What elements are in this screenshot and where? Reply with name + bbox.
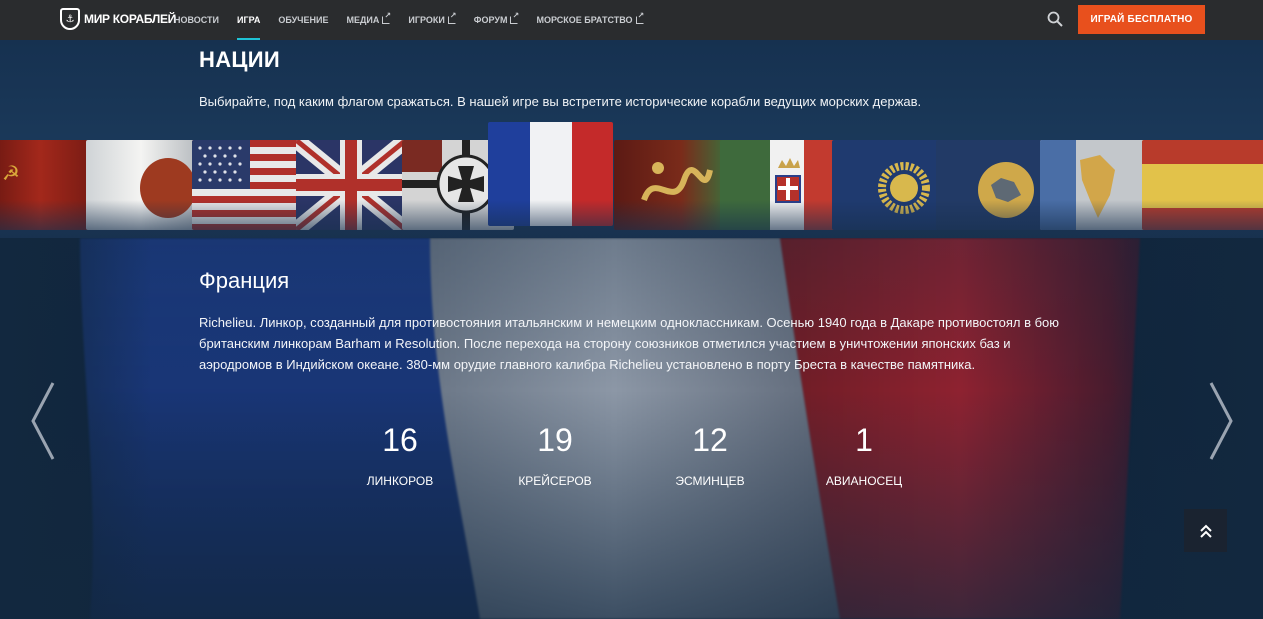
flag-france-selected[interactable] — [488, 122, 613, 226]
flag-usa[interactable] — [192, 140, 300, 230]
nav-item-label: Обучение — [278, 15, 329, 25]
flag-italy[interactable] — [720, 140, 838, 230]
top-navigation-bar: ⚓ МИР КОРАБЛЕЙ Новости Игра Обучение Мед… — [0, 0, 1263, 40]
chevron-right-icon — [1209, 382, 1233, 460]
scroll-to-top-button[interactable] — [1184, 509, 1227, 552]
stat-label: Крейсеров — [518, 474, 592, 488]
page-title: НАЦИИ — [199, 47, 280, 72]
stat-aircraft-carriers: 1 Авианосец — [804, 418, 924, 488]
nav-item-label: Новости — [174, 15, 220, 25]
svg-text:☭: ☭ — [2, 161, 20, 185]
section-description: Выбирайте, под каким флагом сражаться. В… — [199, 94, 922, 109]
flag-ussr[interactable]: ☭ — [0, 140, 90, 230]
nav-item-game[interactable]: Игра — [237, 0, 261, 40]
nav-item-label: Игра — [237, 15, 261, 25]
nation-description: Richelieu. Линкор, созданный для противо… — [199, 315, 1060, 372]
stat-label: Линкоров — [366, 474, 434, 488]
external-link-icon — [510, 11, 519, 24]
nav-item-label: Форум — [473, 15, 508, 25]
stat-value: 1 — [855, 422, 873, 458]
chevron-left-icon — [31, 382, 55, 460]
nav-item-forum[interactable]: Форум — [474, 0, 519, 40]
site-logo[interactable]: ⚓ МИР КОРАБЛЕЙ — [60, 8, 176, 30]
stat-value: 12 — [692, 422, 728, 458]
main-nav: Новости Игра Обучение Медиа Игроки Форум… — [174, 0, 662, 40]
ship-class-stats: 16 Линкоров 19 Крейсеров 12 Эсминцев 1 А… — [0, 418, 1263, 498]
nav-item-label: Медиа — [346, 15, 380, 25]
nav-item-label: Морское братство — [536, 15, 633, 25]
flag-spain[interactable] — [1142, 140, 1263, 230]
stat-cruisers: 19 Крейсеров — [495, 418, 615, 488]
stat-destroyers: 12 Эсминцев — [650, 418, 770, 488]
stat-label: Эсминцев — [675, 474, 745, 488]
nation-title: Франция — [199, 268, 290, 293]
external-link-icon — [382, 11, 391, 24]
flag-europe[interactable] — [936, 140, 1046, 230]
logo-text: МИР КОРАБЛЕЙ — [84, 12, 177, 26]
external-link-icon — [447, 11, 456, 24]
logo-shield-icon: ⚓ — [60, 8, 80, 30]
previous-nation-button[interactable] — [28, 380, 58, 462]
nation-flags-strip: ☭ — [0, 122, 1263, 238]
search-icon[interactable] — [1047, 11, 1063, 27]
stat-value: 19 — [537, 422, 573, 458]
flag-japan[interactable] — [86, 140, 196, 230]
double-chevron-up-icon — [1199, 524, 1212, 538]
flag-commonwealth[interactable] — [832, 140, 942, 230]
nav-item-media[interactable]: Медиа — [346, 0, 391, 40]
next-nation-button[interactable] — [1206, 380, 1236, 462]
stat-value: 16 — [382, 422, 418, 458]
nav-item-players[interactable]: Игроки — [408, 0, 456, 40]
nav-item-news[interactable]: Новости — [174, 0, 219, 40]
flag-pan-america[interactable] — [1040, 140, 1148, 230]
stat-battleships: 16 Линкоров — [340, 418, 460, 488]
nav-item-label: Игроки — [408, 15, 445, 25]
nav-item-learning[interactable]: Обучение — [278, 0, 328, 40]
flag-uk[interactable] — [296, 140, 406, 230]
nav-item-navy-brotherhood[interactable]: Морское братство — [536, 0, 644, 40]
external-link-icon — [635, 11, 644, 24]
stat-label: Авианосец — [825, 474, 903, 488]
flag-pan-asia[interactable] — [614, 140, 726, 230]
nation-detail-panel: Франция Richelieu. Линкор, созданный для… — [0, 238, 1263, 619]
play-free-button[interactable]: Играй бесплатно — [1078, 5, 1205, 34]
